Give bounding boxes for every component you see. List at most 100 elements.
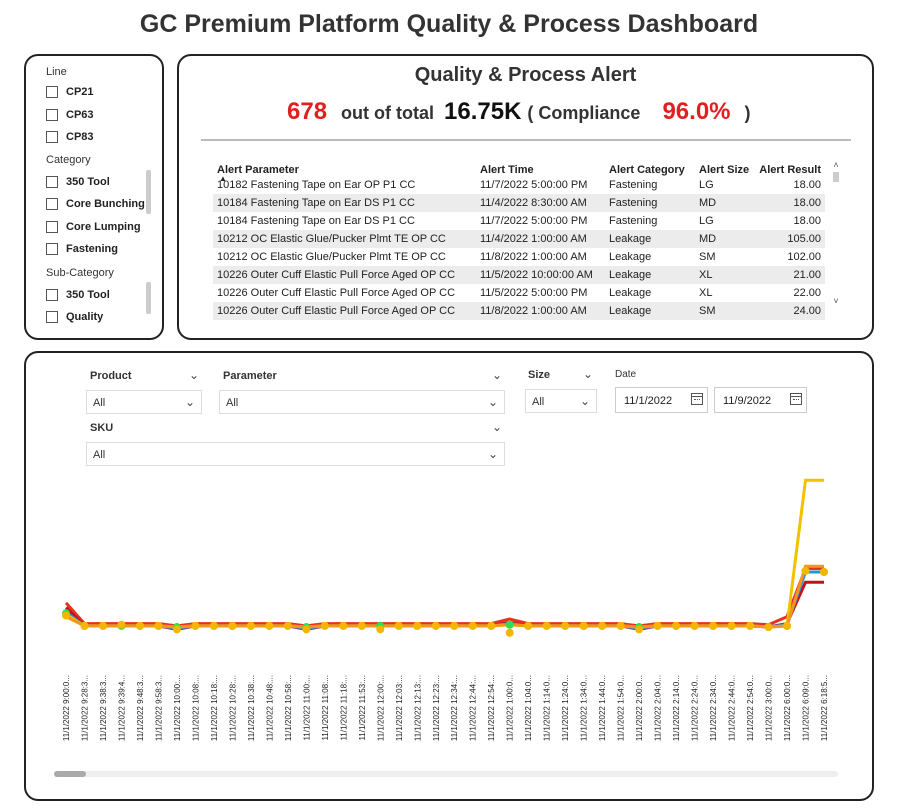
checkbox[interactable] bbox=[46, 109, 58, 121]
col-alert-category[interactable]: Alert Category bbox=[605, 154, 695, 176]
checkbox[interactable] bbox=[46, 198, 58, 210]
scroll-thumb[interactable] bbox=[54, 771, 86, 777]
data-point[interactable] bbox=[117, 620, 126, 629]
series-line-0[interactable] bbox=[64, 567, 824, 628]
data-point[interactable] bbox=[542, 621, 551, 630]
scroll-down-icon[interactable]: ˅ bbox=[831, 296, 841, 306]
table-row[interactable]: 10184 Fastening Tape on Ear DS P1 CC 11/7… bbox=[213, 212, 825, 230]
table-row[interactable]: 10182 Fastening Tape on Ear OP P1 CC 11/7… bbox=[213, 176, 825, 194]
data-point[interactable] bbox=[191, 621, 200, 630]
data-point[interactable] bbox=[616, 621, 625, 630]
data-point[interactable] bbox=[598, 621, 607, 630]
data-point[interactable] bbox=[154, 621, 163, 630]
data-point[interactable] bbox=[746, 621, 755, 630]
subcategory-option-350-tool[interactable]: 350 Tool bbox=[46, 289, 110, 301]
chevron-down-icon[interactable]: ⌄ bbox=[189, 368, 199, 382]
product-dropdown[interactable]: All ⌄ bbox=[86, 390, 202, 414]
checkbox[interactable] bbox=[46, 86, 58, 98]
line-option-cp83[interactable]: CP83 bbox=[46, 131, 94, 143]
category-option-core-bunching[interactable]: Core Bunching bbox=[46, 198, 145, 210]
data-point[interactable] bbox=[80, 621, 89, 630]
data-point[interactable] bbox=[283, 621, 292, 630]
data-point[interactable] bbox=[228, 621, 237, 630]
table-row[interactable]: 10212 OC Elastic Glue/Pucker Plmt TE OP … bbox=[213, 248, 825, 266]
data-point[interactable] bbox=[801, 566, 810, 575]
data-point[interactable] bbox=[505, 628, 514, 637]
data-point[interactable] bbox=[653, 621, 662, 630]
data-point[interactable] bbox=[339, 621, 348, 630]
scroll-up-icon[interactable]: ˄ bbox=[831, 160, 841, 170]
data-point[interactable] bbox=[505, 620, 514, 629]
checkbox[interactable] bbox=[46, 311, 58, 323]
data-point[interactable] bbox=[135, 621, 144, 630]
data-point[interactable] bbox=[783, 621, 792, 630]
data-point[interactable] bbox=[172, 625, 181, 634]
checkbox[interactable] bbox=[46, 243, 58, 255]
start-date-input[interactable]: 11/1/2022 bbox=[615, 387, 708, 413]
data-point[interactable] bbox=[468, 621, 477, 630]
cell-category: Fastening bbox=[609, 179, 658, 191]
checkbox[interactable] bbox=[46, 289, 58, 301]
data-point[interactable] bbox=[524, 621, 533, 630]
data-point[interactable] bbox=[265, 621, 274, 630]
data-point[interactable] bbox=[561, 621, 570, 630]
calendar-icon[interactable] bbox=[790, 393, 802, 405]
data-point[interactable] bbox=[394, 621, 403, 630]
end-date-input[interactable]: 11/9/2022 bbox=[714, 387, 807, 413]
subcategory-option-quality[interactable]: Quality bbox=[46, 311, 103, 323]
table-row[interactable]: 10226 Outer Cuff Elastic Pull Force Aged… bbox=[213, 302, 825, 320]
data-point[interactable] bbox=[413, 621, 422, 630]
data-point[interactable] bbox=[320, 621, 329, 630]
calendar-icon[interactable] bbox=[691, 393, 703, 405]
data-point[interactable] bbox=[709, 621, 718, 630]
data-point[interactable] bbox=[450, 621, 459, 630]
data-point[interactable] bbox=[579, 621, 588, 630]
chevron-down-icon[interactable]: ⌄ bbox=[492, 420, 502, 434]
chevron-down-icon[interactable]: ⌄ bbox=[492, 368, 502, 382]
category-option-350-tool[interactable]: 350 Tool bbox=[46, 176, 110, 188]
data-point[interactable] bbox=[62, 611, 70, 620]
data-point[interactable] bbox=[431, 621, 440, 630]
chevron-down-icon[interactable]: ⌄ bbox=[583, 367, 593, 381]
table-row[interactable]: 10212 OC Elastic Glue/Pucker Plmt TE OP … bbox=[213, 230, 825, 248]
checkbox[interactable] bbox=[46, 176, 58, 188]
sort-ascending-icon[interactable]: ▲ bbox=[219, 174, 227, 183]
chart-horizontal-scrollbar[interactable] bbox=[54, 771, 838, 777]
data-point[interactable] bbox=[820, 567, 828, 576]
data-point[interactable] bbox=[690, 621, 699, 630]
size-dropdown[interactable]: All ⌄ bbox=[525, 389, 597, 413]
data-point[interactable] bbox=[209, 621, 218, 630]
table-row[interactable]: 10226 Outer Cuff Elastic Pull Force Aged… bbox=[213, 284, 825, 302]
category-scrollbar[interactable] bbox=[146, 170, 151, 214]
data-point[interactable] bbox=[672, 621, 681, 630]
table-scrollbar[interactable]: ˄ ˅ bbox=[831, 160, 841, 316]
series-line-2[interactable] bbox=[65, 570, 824, 630]
data-point[interactable] bbox=[376, 625, 385, 634]
col-alert-parameter[interactable]: Alert Parameter bbox=[213, 154, 476, 176]
data-point[interactable] bbox=[487, 621, 496, 630]
checkbox[interactable] bbox=[46, 131, 58, 143]
data-point[interactable] bbox=[302, 625, 311, 634]
col-alert-size[interactable]: Alert Size bbox=[695, 154, 755, 176]
data-point[interactable] bbox=[635, 625, 644, 634]
line-option-cp63[interactable]: CP63 bbox=[46, 109, 94, 121]
subcategory-scrollbar[interactable] bbox=[146, 282, 151, 314]
category-option-core-lumping[interactable]: Core Lumping bbox=[46, 221, 141, 233]
series-line-3[interactable] bbox=[65, 478, 824, 629]
checkbox[interactable] bbox=[46, 221, 58, 233]
parameter-dropdown[interactable]: All ⌄ bbox=[219, 390, 505, 414]
table-row[interactable]: 10226 Outer Cuff Elastic Pull Force Aged… bbox=[213, 266, 825, 284]
table-row[interactable]: 10184 Fastening Tape on Ear DS P1 CC 11/4… bbox=[213, 194, 825, 212]
data-point[interactable] bbox=[357, 621, 366, 630]
category-option-fastening[interactable]: Fastening bbox=[46, 243, 118, 255]
col-alert-result[interactable]: Alert Result bbox=[755, 154, 825, 176]
data-point[interactable] bbox=[764, 623, 773, 632]
scroll-thumb[interactable] bbox=[833, 172, 839, 182]
data-point[interactable] bbox=[246, 621, 255, 630]
series-line-4[interactable] bbox=[65, 564, 824, 629]
col-alert-time[interactable]: Alert Time bbox=[476, 154, 605, 176]
line-option-cp21[interactable]: CP21 bbox=[46, 86, 94, 98]
data-point[interactable] bbox=[727, 621, 736, 630]
series-line-5[interactable] bbox=[66, 571, 824, 627]
data-point[interactable] bbox=[98, 621, 107, 630]
